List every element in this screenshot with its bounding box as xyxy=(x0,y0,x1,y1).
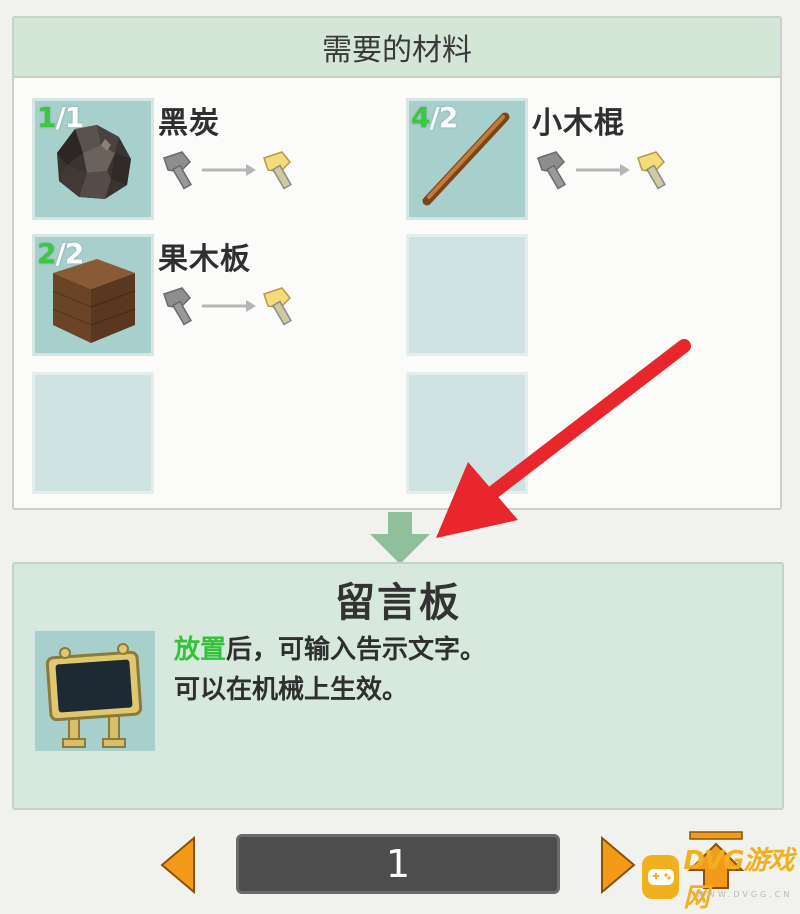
count-wood-plank: 2/2 xyxy=(37,237,84,270)
page-number: 1 xyxy=(236,834,560,894)
item-name-wood-plank: 果木板 xyxy=(158,242,251,277)
material-slot-empty[interactable] xyxy=(32,372,154,494)
signboard-icon xyxy=(45,643,143,748)
material-slot-wood-plank[interactable]: 2/2 xyxy=(32,234,154,356)
axe-gray-icon xyxy=(537,151,566,190)
watermark-text: DVG游戏网 xyxy=(683,846,794,913)
prev-page-icon[interactable] xyxy=(158,836,198,894)
result-description: 放置后，可输入告示文字。 可以在机械上生效。 xyxy=(174,630,486,710)
material-slot-charcoal[interactable]: 1/1 xyxy=(32,98,154,220)
watermark-sub: WWW.DVGG.CN xyxy=(696,890,793,899)
down-arrow-icon xyxy=(370,512,430,564)
axe-gold-icon xyxy=(637,151,666,190)
axe-gold-icon xyxy=(263,287,292,326)
materials-header: 需要的材料 xyxy=(14,18,780,78)
desc-highlight: 放置 xyxy=(174,635,227,665)
material-slot-empty[interactable] xyxy=(406,372,528,494)
item-name-stick: 小木棍 xyxy=(532,106,625,141)
materials-panel: 需要的材料 1/1 黑炭 4/2 小木棍 2/2 果木板 xyxy=(12,16,782,510)
axe-gray-icon xyxy=(163,287,192,326)
axe-gray-icon xyxy=(163,151,192,190)
result-panel: 留言板 放置后，可输入告示文字。 可以在机械上生效。 xyxy=(12,562,784,810)
material-slot-stick[interactable]: 4/2 xyxy=(406,98,528,220)
watermark: DVG游戏网 WWW.DVGG.CN xyxy=(642,846,798,913)
tool-row-charcoal xyxy=(163,151,292,190)
material-slot-empty[interactable] xyxy=(406,234,528,356)
desc-line2: 可以在机械上生效。 xyxy=(174,675,409,705)
item-name-charcoal: 黑炭 xyxy=(158,106,220,141)
count-charcoal: 1/1 xyxy=(37,101,84,134)
result-item-slot[interactable] xyxy=(32,628,158,754)
count-stick: 4/2 xyxy=(411,101,458,134)
result-title: 留言板 xyxy=(335,580,461,626)
axe-gold-icon xyxy=(263,151,292,190)
gamepad-icon xyxy=(642,855,680,899)
tool-row-stick xyxy=(537,151,666,190)
desc-line1: 后，可输入告示文字。 xyxy=(226,635,487,665)
next-page-icon[interactable] xyxy=(598,836,638,894)
tool-row-wood-plank xyxy=(163,287,292,326)
